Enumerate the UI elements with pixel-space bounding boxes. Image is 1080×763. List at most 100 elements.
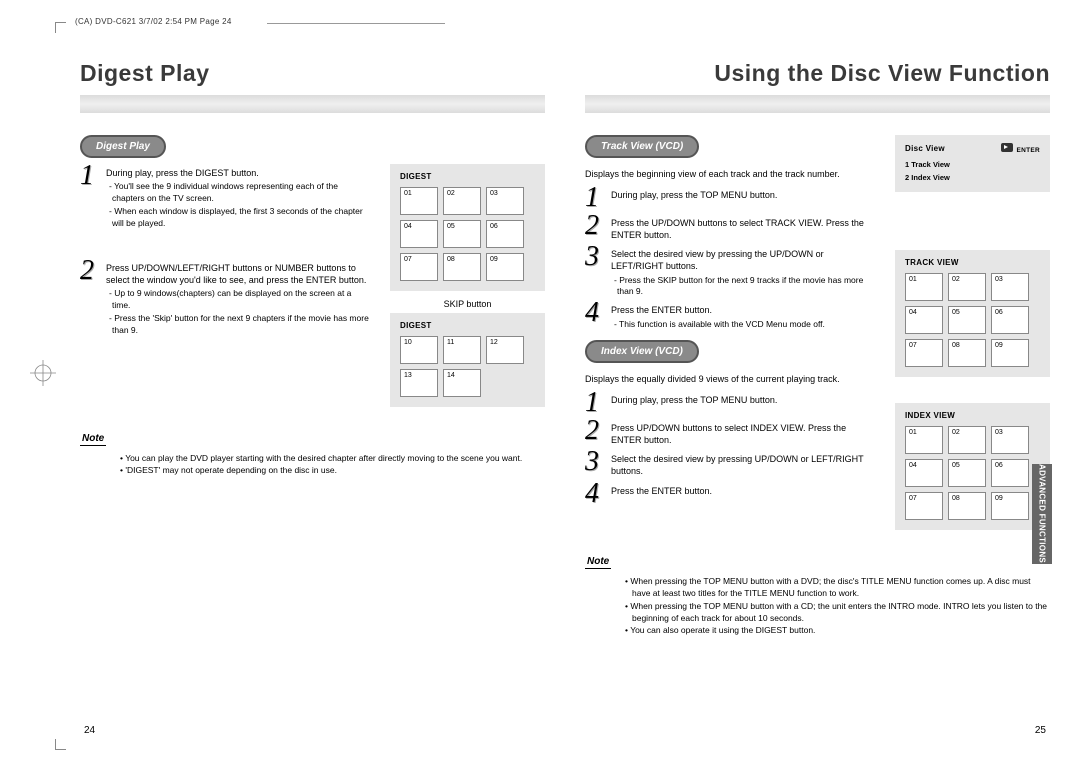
- step-text: During play, press the TOP MENU button.: [611, 391, 777, 415]
- step-text: Select the desired view by pressing UP/D…: [611, 450, 875, 477]
- step-number: 1: [585, 186, 605, 210]
- grid-cell: 09: [991, 492, 1029, 520]
- digest-grid: 010203 040506 070809: [400, 187, 535, 281]
- crop-mark: [55, 22, 66, 33]
- step-subpoint: Press the SKIP button for the next 9 tra…: [617, 275, 875, 298]
- enter-label: ENTER: [1016, 147, 1040, 154]
- page-right: Using the Disc View Function Track View …: [585, 60, 1050, 740]
- title-rule: [585, 95, 1050, 113]
- grid-cell: 08: [948, 492, 986, 520]
- box-caption: TRACK VIEW: [905, 258, 1040, 267]
- grid-cell: 09: [991, 339, 1029, 367]
- note-item: When pressing the TOP MENU button with a…: [632, 575, 1050, 600]
- grid-cell: 07: [400, 253, 438, 281]
- note-item: You can also operate it using the DIGEST…: [632, 624, 1050, 636]
- page-title: Digest Play: [80, 60, 545, 87]
- section-intro: Displays the beginning view of each trac…: [585, 168, 875, 180]
- grid-cell: 01: [905, 426, 943, 454]
- step-text: During play, press the TOP MENU button.: [611, 186, 777, 210]
- step-subpoint: Press the 'Skip' button for the next 9 c…: [112, 313, 370, 336]
- box-caption: DIGEST: [400, 321, 535, 330]
- grid-cell: 11: [443, 336, 481, 364]
- grid-cell: 05: [948, 306, 986, 334]
- track-view-box: TRACK VIEW 010203040506070809: [895, 250, 1050, 377]
- step-text: Press the ENTER button.: [611, 305, 712, 315]
- page-left: Digest Play Digest Play 1 During play, p…: [80, 60, 545, 740]
- step-text: Press UP/DOWN/LEFT/RIGHT buttons or NUMB…: [106, 263, 366, 285]
- grid-cell: 04: [400, 220, 438, 248]
- box-caption: DIGEST: [400, 172, 535, 181]
- grid-cell: 09: [486, 253, 524, 281]
- section-pill-digest: Digest Play: [80, 135, 166, 158]
- digest-grid-box: DIGEST 010203 040506 070809: [390, 164, 545, 291]
- step-subpoint: You'll see the 9 individual windows repr…: [112, 181, 370, 204]
- header-rule: [267, 23, 445, 24]
- grid-cell: 08: [948, 339, 986, 367]
- side-tab-advanced: ADVANCED FUNCTIONS: [1032, 464, 1052, 564]
- note-heading: Note: [585, 556, 611, 569]
- step-number: 2: [585, 419, 605, 446]
- grid-cell: 05: [948, 459, 986, 487]
- grid-cell: 01: [905, 273, 943, 301]
- grid-cell: 14: [443, 369, 481, 397]
- disc-view-menu-box: Disc View ENTER 1 Track View 2 Index Vie…: [895, 135, 1050, 192]
- section-pill-indexview: Index View (VCD): [585, 340, 699, 363]
- step-number: 2: [80, 259, 100, 336]
- step-number: 2: [585, 214, 605, 241]
- page-number: 24: [84, 725, 95, 736]
- digest-grid-box-2: DIGEST 1011121314: [390, 313, 545, 407]
- note-item: 'DIGEST' may not operate depending on th…: [127, 464, 545, 476]
- step-text: Press the ENTER button.: [611, 482, 712, 506]
- step-number: 4: [585, 482, 605, 506]
- box-caption: INDEX VIEW: [905, 411, 1040, 420]
- note-item: When pressing the TOP MENU button with a…: [632, 600, 1050, 625]
- track-view-grid: 010203040506070809: [905, 273, 1040, 367]
- grid-cell: 06: [486, 220, 524, 248]
- page-title: Using the Disc View Function: [585, 60, 1050, 87]
- note-list: You can play the DVD player starting wit…: [80, 452, 545, 477]
- grid-cell: 02: [443, 187, 481, 215]
- step-number: 3: [585, 245, 605, 297]
- step-subpoint: Up to 9 windows(chapters) can be display…: [112, 288, 370, 311]
- grid-cell: 08: [443, 253, 481, 281]
- step-text: Select the desired view by pressing the …: [611, 249, 824, 271]
- grid-cell: 01: [400, 187, 438, 215]
- grid-cell: 06: [991, 306, 1029, 334]
- grid-cell: 03: [991, 273, 1029, 301]
- grid-cell: 02: [948, 273, 986, 301]
- registration-mark: [30, 360, 56, 386]
- step-number: 4: [585, 301, 605, 330]
- step-number: 1: [585, 391, 605, 415]
- grid-cell: 02: [948, 426, 986, 454]
- grid-cell: 04: [905, 306, 943, 334]
- step-number: 3: [585, 450, 605, 477]
- grid-cell: 03: [486, 187, 524, 215]
- grid-cell: 06: [991, 459, 1029, 487]
- grid-cell: 04: [905, 459, 943, 487]
- crop-mark: [55, 739, 66, 750]
- page-meta-header: (CA) DVD-C621 3/7/02 2:54 PM Page 24: [75, 17, 232, 26]
- skip-button-label: SKIP button: [390, 299, 545, 309]
- grid-cell: 05: [443, 220, 481, 248]
- note-list: When pressing the TOP MENU button with a…: [585, 575, 1050, 637]
- grid-cell: 12: [486, 336, 524, 364]
- grid-cell: 07: [905, 492, 943, 520]
- step-subpoint: This function is available with the VCD …: [617, 319, 825, 330]
- index-view-grid: 010203 040506 070809: [905, 426, 1040, 520]
- index-view-box: INDEX VIEW 010203 040506 070809: [895, 403, 1050, 530]
- grid-cell: 03: [991, 426, 1029, 454]
- play-icon: [1001, 143, 1013, 152]
- note-item: You can play the DVD player starting wit…: [127, 452, 545, 464]
- step-text: Press the UP/DOWN buttons to select TRAC…: [611, 214, 875, 241]
- step-subpoint: When each window is displayed, the first…: [112, 206, 370, 229]
- page-number: 25: [1035, 725, 1046, 736]
- menu-line: 2 Index View: [905, 173, 1040, 182]
- note-heading: Note: [80, 433, 106, 446]
- box-caption: Disc View: [905, 144, 945, 153]
- step-text: Press UP/DOWN buttons to select INDEX VI…: [611, 419, 875, 446]
- step-text: During play, press the DIGEST button.: [106, 168, 259, 178]
- section-pill-trackview: Track View (VCD): [585, 135, 699, 158]
- menu-line: 1 Track View: [905, 160, 1040, 169]
- digest-grid: 1011121314: [400, 336, 535, 397]
- section-intro: Displays the equally divided 9 views of …: [585, 373, 875, 385]
